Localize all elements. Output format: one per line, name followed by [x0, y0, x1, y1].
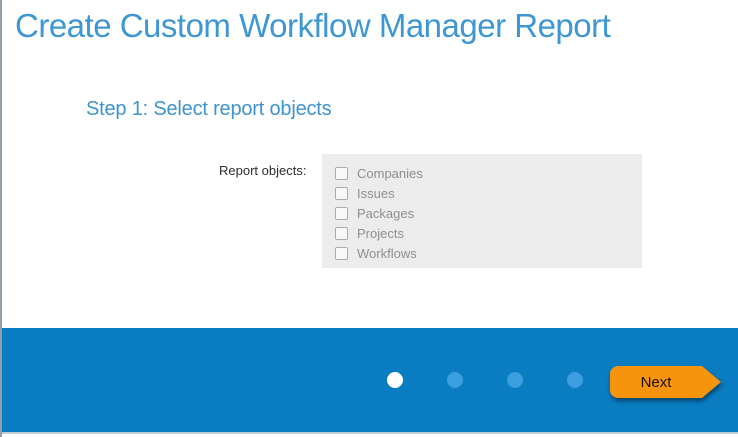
checkbox-label: Packages [357, 206, 414, 221]
report-objects-list: Companies Issues Packages Projects Workf… [322, 154, 642, 268]
step-heading: Step 1: Select report objects [86, 98, 331, 121]
next-button-arrow-icon [702, 366, 721, 398]
checkbox-projects[interactable] [335, 227, 348, 240]
report-object-option-packages[interactable]: Packages [335, 203, 642, 223]
checkbox-companies[interactable] [335, 167, 348, 180]
checkbox-issues[interactable] [335, 187, 348, 200]
checkbox-packages[interactable] [335, 207, 348, 220]
report-object-option-projects[interactable]: Projects [335, 223, 642, 243]
page-title: Create Custom Workflow Manager Report [15, 7, 610, 45]
next-button[interactable]: Next [610, 366, 721, 398]
report-object-option-workflows[interactable]: Workflows [335, 243, 642, 263]
report-objects-label: Report objects: [219, 163, 306, 178]
checkbox-label: Issues [357, 186, 395, 201]
report-object-option-companies[interactable]: Companies [335, 163, 642, 183]
checkbox-workflows[interactable] [335, 247, 348, 260]
checkbox-label: Companies [357, 166, 423, 181]
checkbox-label: Workflows [357, 246, 417, 261]
wizard-page: Create Custom Workflow Manager Report St… [0, 0, 738, 437]
step-dot-1 [387, 372, 403, 388]
wizard-footer: Next [2, 328, 738, 434]
step-dot-2 [447, 372, 463, 388]
step-indicator [387, 372, 627, 388]
report-object-option-issues[interactable]: Issues [335, 183, 642, 203]
next-button-label: Next [610, 366, 702, 398]
checkbox-label: Projects [357, 226, 404, 241]
step-dot-3 [507, 372, 523, 388]
step-dot-4 [567, 372, 583, 388]
